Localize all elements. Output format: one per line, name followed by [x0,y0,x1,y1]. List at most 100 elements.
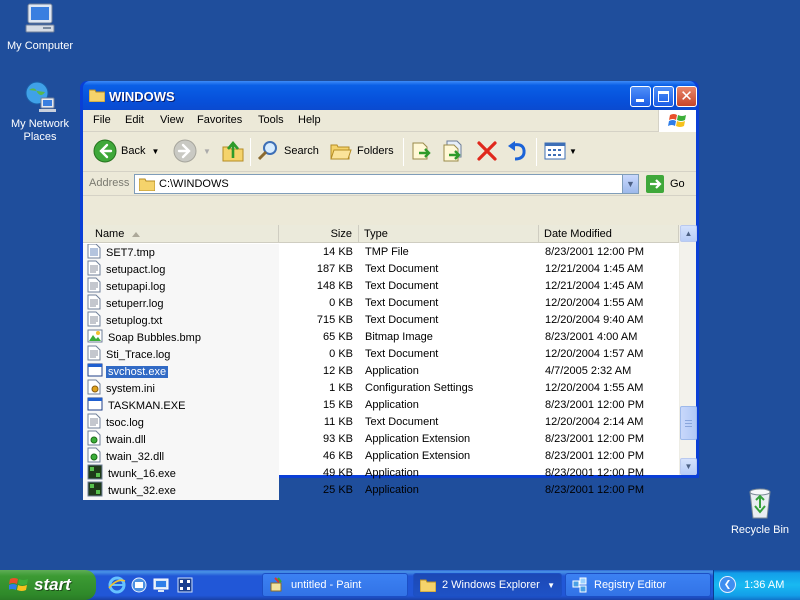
file-row[interactable]: tsoc.log 11 KB Text Document 12/20/2004 2:1… [83,413,679,431]
folders-label: Folders [357,145,394,157]
taskbar-button-windows-explorer[interactable]: 2 Windows Explorer ▼ [413,573,562,597]
file-row[interactable]: twain.dll 93 KB Application Extension 8/23/… [83,430,679,448]
windows-flag-icon [668,114,686,127]
scroll-up-button[interactable]: ▲ [680,225,697,242]
views-button[interactable]: ▼ [543,139,577,163]
file-name-cell[interactable]: setupapi.log [87,277,167,295]
system-tray: ❮ 1:36 AM [713,570,800,600]
move-to-button[interactable] [409,139,433,163]
go-arrow-icon [646,175,664,193]
file-row[interactable]: setuperr.log 0 KB Text Document 12/20/2004 … [83,294,679,312]
file-size: 715 KB [316,314,353,326]
file-name-cell[interactable]: TASKMAN.EXE [87,397,187,414]
file-name-cell[interactable]: setuperr.log [87,294,165,312]
file-name-cell[interactable]: system.ini [87,379,157,397]
file-row[interactable]: Soap Bubbles.bmp 65 KB Bitmap Image 8/23/20… [83,329,679,346]
address-dropdown-button[interactable]: ▼ [622,175,638,193]
outlook-express-icon[interactable] [130,576,148,594]
file-name-cell[interactable]: setuplog.txt [87,311,164,329]
grip-line [685,426,692,427]
internet-explorer-icon[interactable] [108,576,126,594]
copy-to-button[interactable] [441,139,465,163]
maximize-icon [658,91,669,102]
file-row[interactable]: system.ini 1 KB Configuration Settings 12/2… [83,379,679,397]
file-name: svchost.exe [106,365,169,378]
file-row[interactable]: TASKMAN.EXE 15 KB Application 8/23/2001 12:… [83,397,679,414]
file-row[interactable]: setupapi.log 148 KB Text Document 12/21/200… [83,277,679,295]
menu-file[interactable]: File [93,114,111,126]
registry-editor-icon [572,577,587,593]
file-rows: SET7.tmp 14 KB TMP File 8/23/2001 12:00 PM s… [83,244,679,500]
undo-button[interactable] [505,139,529,163]
column-date-modified[interactable]: Date Modified [539,225,679,243]
file-list-view[interactable]: Name Size Type Date Modified SET7.tmp 14 … [83,225,697,500]
desktop-icon-my-network-places[interactable]: My Network Places [0,80,80,144]
undo-icon [508,141,526,161]
address-input[interactable]: C:\WINDOWS ▼ [134,174,639,194]
file-row[interactable]: setupact.log 187 KB Text Document 12/21/200… [83,260,679,278]
start-button[interactable]: start [0,570,96,600]
search-icon [257,141,277,161]
up-folder-button[interactable] [221,139,245,163]
file-type: Application [365,467,419,479]
column-header: Name Size Type Date Modified [83,225,696,243]
taskbar-button-registry-editor[interactable]: Registry Editor [565,573,711,597]
desktop-icon-recycle-bin[interactable]: Recycle Bin [720,486,800,537]
file-name-cell[interactable]: Soap Bubbles.bmp [87,329,203,346]
file-row[interactable]: setuplog.txt 715 KB Text Document 12/20/200… [83,311,679,329]
back-dropdown-icon[interactable]: ▼ [151,147,159,156]
file-name-cell[interactable]: twunk_32.exe [87,481,178,499]
scroll-down-button[interactable]: ▼ [680,458,697,475]
minimize-button[interactable] [630,86,651,107]
title-bar[interactable]: WINDOWS ✕ [83,81,697,110]
file-row[interactable]: twain_32.dll 46 KB Application Extension 8/… [83,447,679,465]
file-name-cell[interactable]: twunk_16.exe [87,464,178,482]
file-name: system.ini [106,382,155,395]
back-button[interactable]: Back ▼ [93,139,159,163]
column-type[interactable]: Type [359,225,539,243]
taskbar-button-paint[interactable]: untitled - Paint [262,573,408,597]
file-name-cell[interactable]: svchost.exe [87,363,169,380]
file-name-cell[interactable]: twain.dll [87,430,148,448]
show-desktop-icon[interactable] [152,576,170,594]
file-name: tsoc.log [106,416,144,429]
desktop-icon-my-computer[interactable]: My Computer [0,2,80,53]
file-row[interactable]: twunk_16.exe 49 KB Application 8/23/2001 12… [83,464,679,482]
folders-button[interactable]: Folders [329,139,394,163]
file-row[interactable]: Sti_Trace.log 0 KB Text Document 12/20/2004… [83,345,679,363]
file-name-cell[interactable]: twain_32.dll [87,447,166,465]
file-name-cell[interactable]: tsoc.log [87,413,146,431]
column-size[interactable]: Size [279,225,359,243]
folder-icon [139,178,155,191]
go-button[interactable]: Go [646,175,685,193]
file-name-cell[interactable]: SET7.tmp [87,244,157,261]
search-button[interactable]: Search [256,139,319,163]
forward-button[interactable]: ▼ [173,139,211,163]
column-size-label: Size [330,228,352,240]
show-hidden-icons-button[interactable]: ❮ [719,576,736,593]
menu-help[interactable]: Help [298,114,321,126]
scroll-thumb[interactable] [680,406,697,440]
vertical-scrollbar[interactable]: ▲ ▼ [679,225,697,475]
forward-dropdown-icon[interactable]: ▼ [203,147,211,156]
media-player-icon[interactable] [176,576,194,594]
file-row[interactable]: SET7.tmp 14 KB TMP File 8/23/2001 12:00 PM [83,244,679,261]
file-name-cell[interactable]: setupact.log [87,260,167,278]
maximize-button[interactable] [653,86,674,107]
search-label: Search [284,145,319,157]
file-name-cell[interactable]: Sti_Trace.log [87,345,172,363]
views-dropdown-icon[interactable]: ▼ [569,147,577,156]
file-row[interactable]: svchost.exe 12 KB Application 4/7/2005 2:32… [83,363,679,380]
menu-edit[interactable]: Edit [125,114,144,126]
close-button[interactable]: ✕ [676,86,697,107]
menu-tools[interactable]: Tools [258,114,284,126]
menu-view[interactable]: View [160,114,184,126]
delete-button[interactable] [475,139,499,163]
file-type: Application Extension [365,433,471,445]
file-type: Application [365,484,419,496]
clock[interactable]: 1:36 AM [744,579,784,591]
delete-icon [477,141,497,161]
file-row[interactable]: twunk_32.exe 25 KB Application 8/23/2001 12… [83,481,679,499]
column-name[interactable]: Name [83,225,279,243]
menu-favorites[interactable]: Favorites [197,114,242,126]
